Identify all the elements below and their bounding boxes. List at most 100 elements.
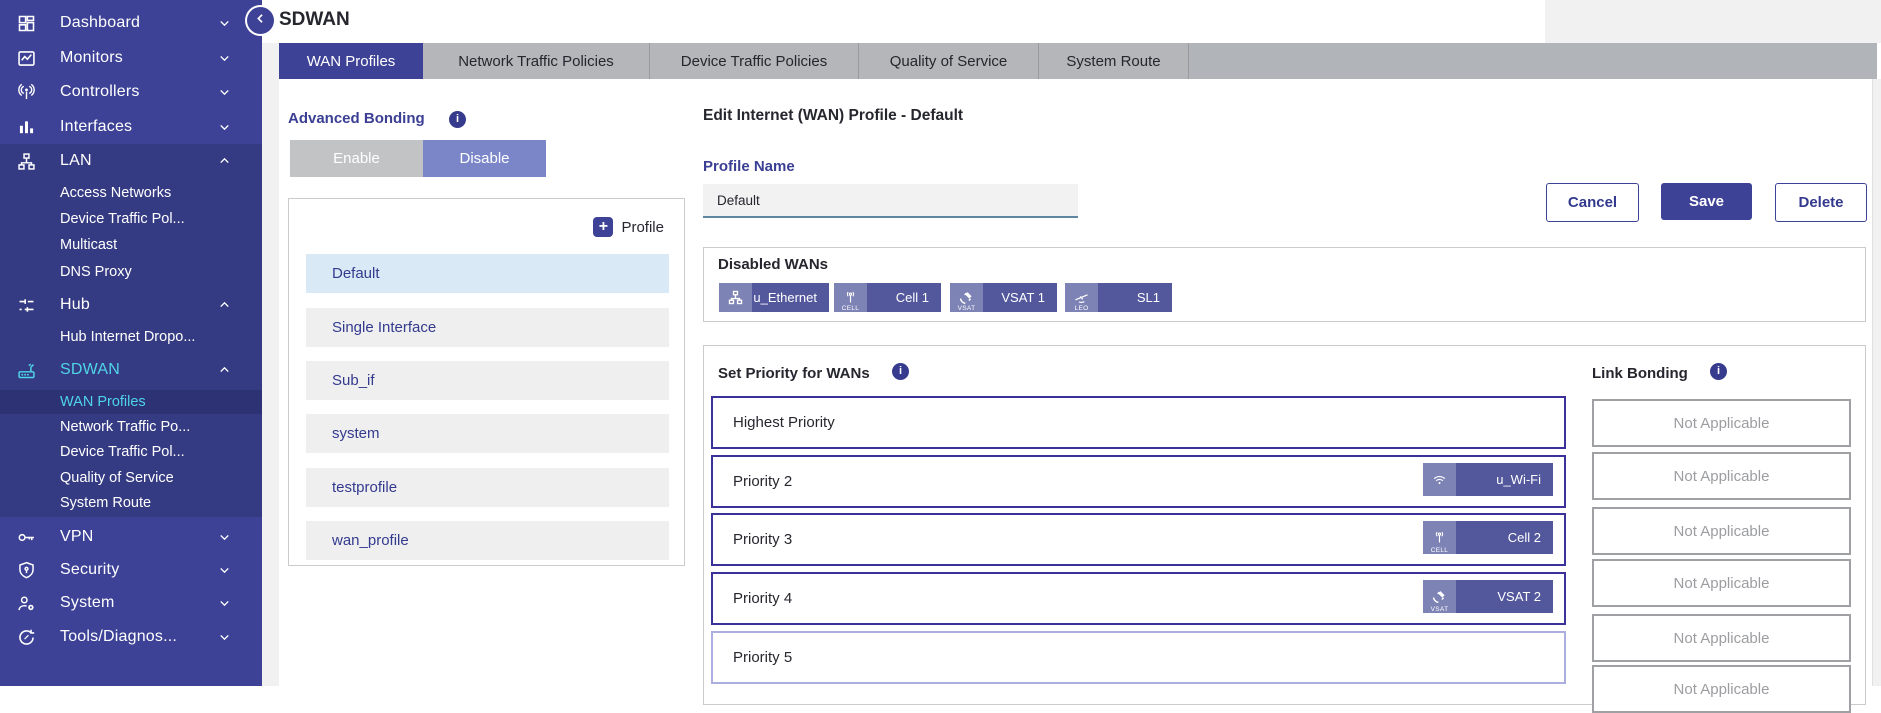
- sidebar-item-lan[interactable]: LAN: [0, 146, 262, 176]
- disabled-wans-section: Disabled WANs u_EthernetCELLCell 1VSATVS…: [703, 247, 1866, 322]
- chevron-down-icon: [217, 51, 232, 66]
- profile-list-item[interactable]: wan_profile: [306, 521, 669, 560]
- profile-list-item[interactable]: testprofile: [306, 468, 669, 507]
- system-icon: [15, 592, 37, 614]
- chevron-up-icon: [217, 363, 232, 378]
- profile-list-item[interactable]: system: [306, 414, 669, 453]
- chip-label: Cell 1: [867, 283, 941, 312]
- profile-name-input[interactable]: [703, 184, 1078, 218]
- sidebar-item-vpn[interactable]: VPN: [0, 522, 262, 552]
- priority-row-priority-3[interactable]: Priority 3CELLCell 2: [711, 513, 1566, 566]
- disable-button[interactable]: Disable: [423, 140, 546, 177]
- tab-network-traffic-policies[interactable]: Network Traffic Policies: [423, 43, 650, 79]
- tab-device-traffic-policies[interactable]: Device Traffic Policies: [650, 43, 859, 79]
- sidebar-subitem-network-traffic-po[interactable]: Network Traffic Po...: [0, 415, 262, 439]
- profile-list-item[interactable]: Default: [306, 254, 669, 293]
- link-bonding-value: Not Applicable: [1592, 559, 1851, 607]
- sidebar-subitem-label: WAN Profiles: [60, 394, 146, 410]
- sidebar-item-dashboard[interactable]: Dashboard: [0, 8, 262, 38]
- wan-chip-vsat-2[interactable]: VSATVSAT 2: [1423, 580, 1553, 613]
- vsat-icon: VSAT: [1423, 580, 1456, 613]
- tab-system-route[interactable]: System Route: [1039, 43, 1189, 79]
- sidebar-item-sdwan[interactable]: SDWAN: [0, 355, 262, 385]
- set-priority-section: Set Priority for WANs i Highest Priority…: [703, 345, 1866, 705]
- sidebar-item-label: Dashboard: [60, 14, 140, 32]
- sidebar-item-security[interactable]: Security: [0, 555, 262, 585]
- chip-label: u_Ethernet: [752, 283, 829, 312]
- sidebar-item-system[interactable]: System: [0, 588, 262, 618]
- chevron-down-icon: [217, 85, 232, 100]
- sidebar-subitem-device-traffic-pol[interactable]: Device Traffic Pol...: [0, 440, 262, 464]
- tab-quality-of-service[interactable]: Quality of Service: [859, 43, 1039, 79]
- profile-name: Sub_if: [332, 372, 375, 389]
- priority-row-priority-2[interactable]: Priority 2u_Wi-Fi: [711, 455, 1566, 508]
- dashboard-icon: [15, 12, 37, 34]
- sidebar-subitem-label: System Route: [60, 495, 151, 511]
- link-bonding-value: Not Applicable: [1592, 665, 1851, 713]
- priority-row-priority-4[interactable]: Priority 4VSATVSAT 2: [711, 572, 1566, 625]
- sidebar-subitem-access-networks[interactable]: Access Networks: [0, 181, 262, 205]
- sidebar-subitem-quality-of-service[interactable]: Quality of Service: [0, 466, 262, 490]
- chip-label: u_Wi-Fi: [1456, 463, 1553, 496]
- sidebar-subitem-dns-proxy[interactable]: DNS Proxy: [0, 260, 262, 284]
- sidebar-subitem-label: Access Networks: [60, 185, 171, 201]
- wan-chip-u-wi-fi[interactable]: u_Wi-Fi: [1423, 463, 1553, 496]
- tab-bar: WAN ProfilesNetwork Traffic PoliciesDevi…: [279, 43, 1877, 79]
- wan-chip-cell-2[interactable]: CELLCell 2: [1423, 521, 1553, 554]
- link-bonding-label: Link Bonding: [1592, 365, 1688, 382]
- wan-chip-sl1[interactable]: LEOSL1: [1065, 283, 1172, 312]
- sidebar-item-hub[interactable]: Hub: [0, 290, 262, 320]
- profile-list-item[interactable]: Single Interface: [306, 308, 669, 347]
- priority-row-priority-5[interactable]: Priority 5: [711, 631, 1566, 684]
- vsat-icon: VSAT: [950, 283, 983, 312]
- sidebar-item-interfaces[interactable]: Interfaces: [0, 112, 262, 142]
- info-icon[interactable]: i: [892, 363, 909, 380]
- tools-icon: [15, 626, 37, 648]
- info-icon[interactable]: i: [1710, 363, 1727, 380]
- sidebar-item-tools-diagnos[interactable]: Tools/Diagnos...: [0, 622, 262, 652]
- add-profile-label: Profile: [621, 219, 664, 236]
- sidebar-subitem-system-route[interactable]: System Route: [0, 491, 262, 515]
- profile-name: wan_profile: [332, 532, 409, 549]
- sidebar-item-controllers[interactable]: Controllers: [0, 77, 262, 107]
- scrollbar-track[interactable]: [1872, 79, 1881, 686]
- wan-chip-vsat-1[interactable]: VSATVSAT 1: [950, 283, 1057, 312]
- security-icon: [15, 559, 37, 581]
- profile-name: system: [332, 425, 380, 442]
- cancel-button[interactable]: Cancel: [1546, 183, 1639, 222]
- info-icon[interactable]: i: [449, 111, 466, 128]
- sidebar-subitem-label: DNS Proxy: [60, 264, 132, 280]
- chip-caption: VSAT: [1423, 606, 1456, 613]
- wifi-icon: [1423, 463, 1456, 496]
- sidebar-subitem-hub-internet-dropo[interactable]: Hub Internet Dropo...: [0, 325, 262, 349]
- sidebar-subitem-label: Device Traffic Pol...: [60, 211, 185, 227]
- priority-row-highest-priority[interactable]: Highest Priority: [711, 396, 1566, 449]
- chevron-down-icon: [217, 16, 232, 31]
- advanced-bonding-toggle: Enable Disable: [290, 140, 546, 177]
- sidebar-subitem-multicast[interactable]: Multicast: [0, 233, 262, 257]
- monitors-icon: [15, 47, 37, 69]
- add-profile-button[interactable]: + Profile: [593, 217, 664, 237]
- save-button[interactable]: Save: [1661, 183, 1752, 220]
- enable-button[interactable]: Enable: [290, 140, 423, 177]
- chip-caption: CELL: [1423, 547, 1456, 554]
- chip-label: VSAT 2: [1456, 580, 1553, 613]
- sidebar-item-monitors[interactable]: Monitors: [0, 43, 262, 73]
- profile-name: Single Interface: [332, 319, 436, 336]
- sidebar-item-label: Security: [60, 561, 119, 579]
- wan-chip-cell-1[interactable]: CELLCell 1: [834, 283, 941, 312]
- sidebar-item-label: LAN: [60, 152, 92, 170]
- link-bonding-value: Not Applicable: [1592, 452, 1851, 500]
- tab-wan-profiles[interactable]: WAN Profiles: [279, 43, 423, 79]
- profile-list-panel: + Profile Default Single Interface Sub_ifs…: [288, 198, 685, 566]
- sidebar-subitem-label: Multicast: [60, 237, 117, 253]
- profile-list-item[interactable]: Sub_if: [306, 361, 669, 400]
- delete-button[interactable]: Delete: [1775, 183, 1867, 222]
- sidebar-subitem-device-traffic-pol[interactable]: Device Traffic Pol...: [0, 207, 262, 231]
- interfaces-icon: [15, 116, 37, 138]
- set-priority-label: Set Priority for WANs: [718, 365, 870, 382]
- sidebar-subitem-wan-profiles[interactable]: WAN Profiles: [0, 390, 262, 414]
- sidebar-collapse-button[interactable]: [247, 7, 274, 34]
- wan-chip-u-ethernet[interactable]: u_Ethernet: [719, 283, 829, 312]
- chevron-down-icon: [217, 563, 232, 578]
